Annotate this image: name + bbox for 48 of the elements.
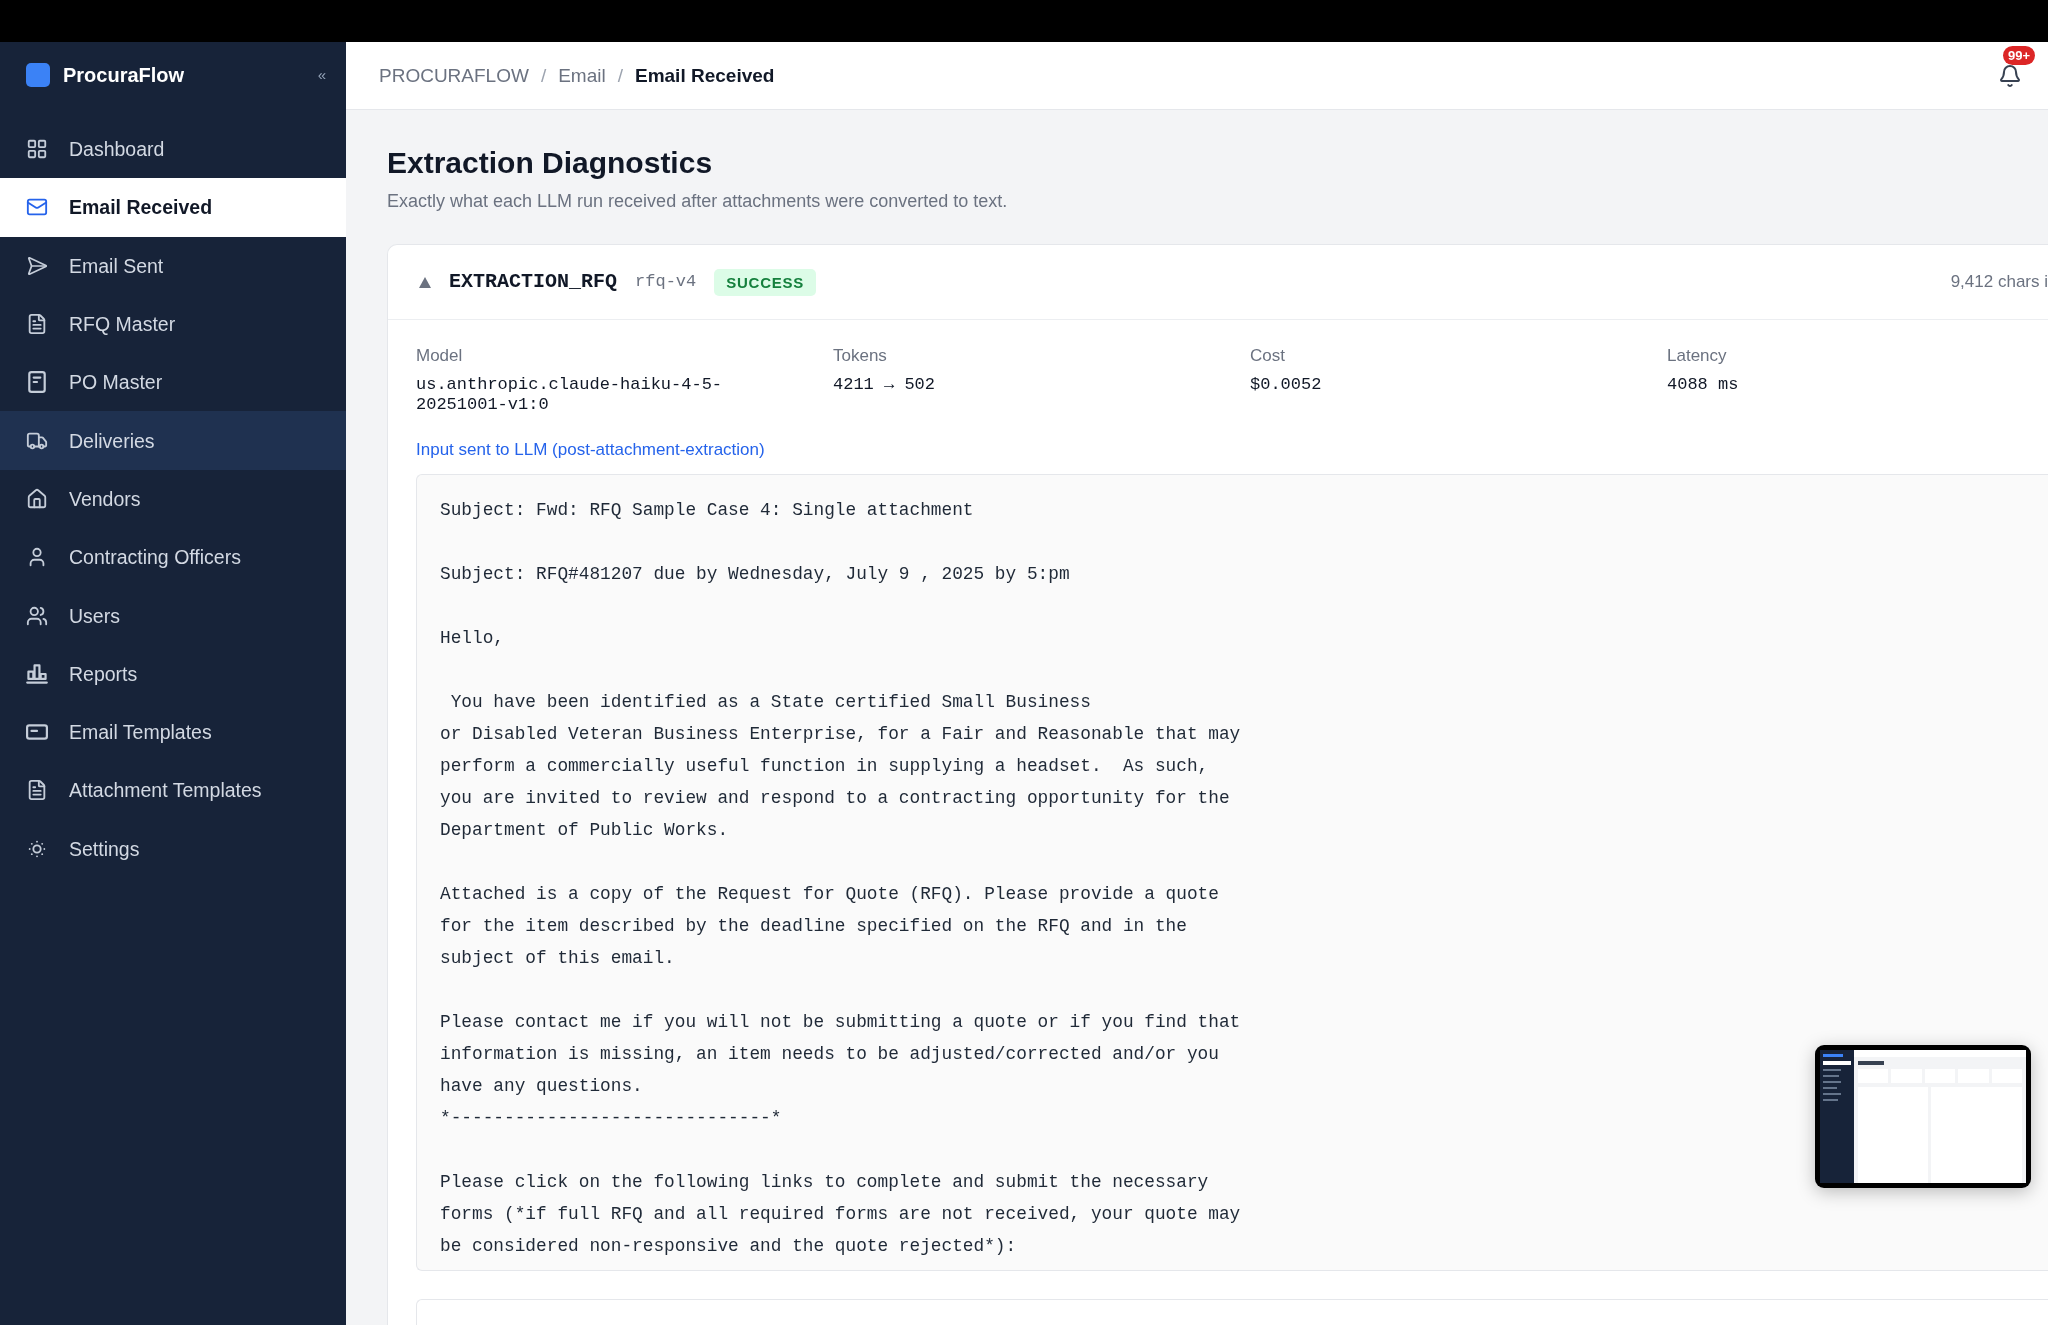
llm-input-text: Subject: Fwd: RFQ Sample Case 4: Single attachment Subject: RFQ#481207 due by Wednesday, July 9 , 2025 by 5:pm Hello, You have been identified as a State certified Small Business or Disabled Veteran Business Enterprise, for a Fair and Reasonable that may perform a commercially useful function in supplying a headset. As such, you are invited to review and respond to a contracting opportunity for the Department of Public Works. Attached is a copy of the Request for Quote (RFQ). Please provide a quote for the item described by the deadline specified on the RFQ and in the subject of this email. Please contact me if you will not be submitting a quote or if you find that information is missing, an item needs to be adjusted/corrected and/or you have any questions. *------------------------------* Please click on the following links to complete and submit the necessary forms (*if full RFQ and all required forms are not received, your quote may be considered non-responsive and the quote rejected*): [416, 474, 2048, 1271]
breadcrumb-link[interactable]: PROCURAFLOW [379, 63, 529, 88]
metric-value: us.anthropic.claude-haiku-4-5-20251001-v1:0 [416, 375, 724, 415]
page-title: Extraction Diagnostics [387, 145, 714, 181]
metric-label: Latency [1667, 345, 1728, 367]
metric-value: 4088 ms [1667, 375, 1740, 395]
run-version: rfq-v4 [635, 271, 697, 293]
breadcrumb-current: Email Received [635, 63, 775, 88]
document-icon [26, 371, 48, 394]
sidebar-item[interactable]: Dashboard [0, 120, 346, 179]
sidebar-item[interactable]: Reports [0, 644, 346, 703]
brand-name: ProcuraFlow [63, 63, 185, 88]
metric-label: Cost [1250, 345, 1286, 367]
breadcrumb-link[interactable]: Email [558, 63, 606, 88]
people-icon [26, 604, 48, 627]
notifications-icon[interactable] [1998, 63, 2022, 88]
sidebar-item[interactable]: Email Templates [0, 702, 346, 762]
sidebar-item[interactable]: Email Received [0, 178, 346, 237]
bar-chart-icon [26, 662, 48, 685]
metric-label: Model [416, 345, 464, 367]
collapse-button[interactable]: « [317, 66, 326, 84]
input-link[interactable]: Input sent to LLM (post-attachment-extraction) [416, 438, 765, 462]
sidebar-item[interactable]: Deliveries [0, 411, 346, 470]
logo-icon [26, 63, 50, 87]
document-icon [26, 779, 48, 802]
breadcrumb-separator: / [540, 63, 547, 88]
caret-icon[interactable] [419, 276, 431, 288]
page-subtitle: Exactly what each LLM run received after attachments were converted to text. [387, 190, 1009, 213]
sidebar-item[interactable]: Attachment Templates [0, 761, 346, 820]
metric-value: $0.0052 [1250, 375, 1323, 395]
grid-icon [26, 138, 48, 161]
status-badge: SUCCESS [714, 268, 817, 296]
paper-plane-icon [26, 254, 48, 277]
sidebar-item[interactable]: Vendors [0, 469, 346, 529]
document-icon [26, 313, 48, 336]
sidebar-item[interactable]: RFQ Master [0, 294, 346, 354]
sidebar-item[interactable]: Email Sent [0, 236, 346, 295]
metric-value: 4211 → 502 [833, 375, 937, 395]
run-name: EXTRACTION_RFQ [449, 269, 618, 295]
notification-badge: 99+ [2003, 45, 2036, 65]
metric-label: Tokens [833, 345, 888, 367]
sidebar-item[interactable]: PO Master [0, 353, 346, 412]
breadcrumb-separator: / [617, 63, 623, 88]
sidebar-item[interactable]: Settings [0, 819, 346, 878]
house-icon [26, 487, 48, 510]
input-size: 9,412 chars i [1950, 271, 2048, 293]
sidebar-item[interactable]: Contracting Officers [0, 528, 346, 587]
sidebar-item[interactable]: Users [0, 586, 346, 645]
